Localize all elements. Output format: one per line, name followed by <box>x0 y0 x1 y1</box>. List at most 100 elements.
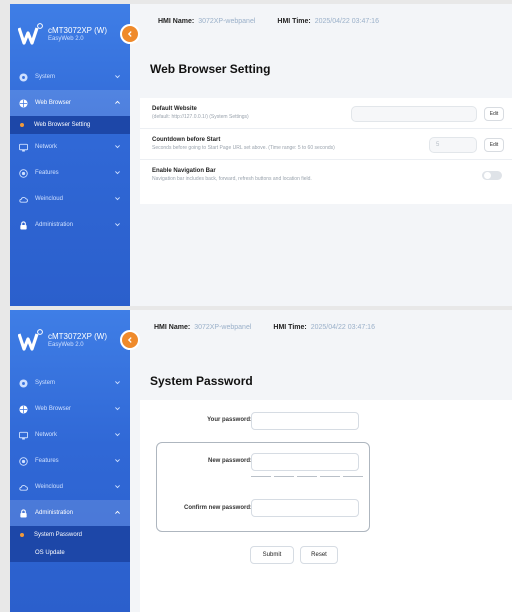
chevron-down-icon <box>114 483 121 490</box>
globe-icon <box>19 405 28 414</box>
sidebar-subitem-system-password[interactable]: System Password <box>10 526 130 544</box>
new-password-input[interactable] <box>251 453 359 471</box>
collapse-sidebar-button[interactable] <box>120 24 140 44</box>
gear-icon <box>19 379 28 388</box>
confirm-password-label: Confirm new password: <box>183 505 252 511</box>
globe-icon <box>19 99 28 108</box>
sidebar-item-label: System <box>35 380 56 386</box>
sidebar-subitem-web-browser-setting[interactable]: Web Browser Setting <box>10 116 130 134</box>
countdown-input[interactable]: 5 <box>429 137 477 153</box>
sidebar-item-administration[interactable]: Administration <box>10 500 130 526</box>
settings-card: Default Website (default: http://127.0.0… <box>140 98 512 204</box>
lock-icon <box>19 221 28 230</box>
setting-description: Navigation bar includes back, forward, r… <box>152 176 312 182</box>
sidebar-nav: System Web Browser Web Browser Setting N… <box>10 64 130 238</box>
chevron-down-icon <box>114 73 121 80</box>
sidebar-item-label: Administration <box>35 222 74 228</box>
sidebar-item-weincloud[interactable]: Weincloud <box>10 474 130 500</box>
toggle-knob <box>484 172 491 179</box>
chevron-up-icon <box>114 509 121 516</box>
cloud-icon <box>19 483 28 492</box>
sidebar-item-network[interactable]: Network <box>10 134 130 160</box>
navigation-bar-toggle[interactable] <box>482 171 502 180</box>
countdown-edit-button[interactable]: Edit <box>484 138 504 152</box>
strength-segment <box>274 476 294 477</box>
reset-button[interactable]: Reset <box>300 546 338 564</box>
sidebar-item-web-browser[interactable]: Web Browser <box>10 90 130 116</box>
sidebar-item-network[interactable]: Network <box>10 422 130 448</box>
setting-title: Enable Navigation Bar <box>152 168 216 174</box>
network-icon <box>19 143 28 152</box>
target-icon <box>19 457 28 466</box>
sidebar-subitem-label: System Password <box>34 532 83 538</box>
sidebar-item-label: System <box>35 74 56 80</box>
sidebar-item-system[interactable]: System <box>10 370 130 396</box>
setting-description: Seconds before going to Start Page URL s… <box>152 145 335 151</box>
strength-segment <box>251 476 271 477</box>
your-password-label: Your password: <box>207 417 252 423</box>
sidebar: cMT3072XP (W) EasyWeb 2.0 System Web Bro… <box>10 4 130 306</box>
sidebar-item-features[interactable]: Features <box>10 160 130 186</box>
sidebar-item-label: Weincloud <box>35 484 63 490</box>
sidebar-subitem-os-update[interactable]: OS Update <box>10 544 130 562</box>
chevron-down-icon <box>114 221 121 228</box>
submit-button[interactable]: Submit <box>250 546 294 564</box>
sidebar: cMT3072XP (W) EasyWeb 2.0 System Web Bro… <box>10 310 130 612</box>
sidebar-item-web-browser[interactable]: Web Browser <box>10 396 130 422</box>
chevron-down-icon <box>114 169 121 176</box>
hmi-name-value: 3072XP-webpanel <box>198 17 256 25</box>
strength-segment <box>320 476 340 477</box>
setting-title: Default Website <box>152 106 197 112</box>
cloud-icon <box>19 195 28 204</box>
sidebar-item-weincloud[interactable]: Weincloud <box>10 186 130 212</box>
default-website-edit-button[interactable]: Edit <box>484 107 504 121</box>
hmi-time-label: HMI Time: <box>277 17 311 25</box>
hmi-name-value: 3072XP-webpanel <box>194 323 252 331</box>
sidebar-item-label: Network <box>35 432 58 438</box>
chevron-left-icon <box>127 31 132 37</box>
app-subtitle: EasyWeb 2.0 <box>48 36 84 42</box>
new-password-label: New password: <box>207 458 252 464</box>
collapse-sidebar-button[interactable] <box>120 330 140 350</box>
strength-segment <box>297 476 317 477</box>
sidebar-subitem-label: OS Update <box>35 550 65 556</box>
top-bar: HMI Name: 3072XP-webpanel HMI Time: 2025… <box>140 310 512 344</box>
hmi-name-label: HMI Name: <box>158 17 195 25</box>
hmi-time-value: 2025/04/22 03:47:16 <box>310 323 375 331</box>
password-card: Your password: New password: Confirm new… <box>140 400 512 612</box>
sidebar-item-label: Features <box>35 170 59 176</box>
hmi-name-label: HMI Name: <box>154 323 191 331</box>
your-password-input[interactable] <box>251 412 359 430</box>
password-strength-meter <box>251 476 363 477</box>
app-subtitle: EasyWeb 2.0 <box>48 342 84 348</box>
chevron-down-icon <box>114 379 121 386</box>
logo-area: cMT3072XP (W) EasyWeb 2.0 <box>10 4 130 64</box>
hmi-time-label: HMI Time: <box>273 323 307 331</box>
active-dot-icon <box>20 533 24 537</box>
sidebar-nav: System Web Browser Network Features Wein <box>10 370 130 562</box>
lock-icon <box>19 509 28 518</box>
system-password-screen: cMT3072XP (W) EasyWeb 2.0 System Web Bro… <box>10 310 512 612</box>
confirm-password-input[interactable] <box>251 499 359 517</box>
network-icon <box>19 431 28 440</box>
chevron-left-icon <box>127 337 132 343</box>
strength-segment <box>343 476 363 477</box>
setting-navigation-bar: Enable Navigation Bar Navigation bar inc… <box>140 160 512 191</box>
sidebar-item-system[interactable]: System <box>10 64 130 90</box>
chevron-up-icon <box>114 99 121 106</box>
gear-icon <box>19 73 28 82</box>
sidebar-item-administration[interactable]: Administration <box>10 212 130 238</box>
target-icon <box>19 169 28 178</box>
setting-title: Countdown before Start <box>152 137 221 143</box>
default-website-input[interactable] <box>351 106 477 122</box>
sidebar-item-label: Web Browser <box>35 100 71 106</box>
app-title: cMT3072XP (W) <box>48 26 107 35</box>
setting-default-website: Default Website (default: http://127.0.0… <box>140 98 512 129</box>
page-title: Web Browser Setting <box>150 62 271 76</box>
setting-description: (default: http://127.0.0.1/) (System Set… <box>152 114 249 120</box>
top-bar: HMI Name: 3072XP-webpanel HMI Time: 2025… <box>140 4 512 38</box>
weintek-logo-icon <box>18 328 44 354</box>
sidebar-item-features[interactable]: Features <box>10 448 130 474</box>
chevron-down-icon <box>114 405 121 412</box>
sidebar-item-label: Web Browser <box>35 406 71 412</box>
